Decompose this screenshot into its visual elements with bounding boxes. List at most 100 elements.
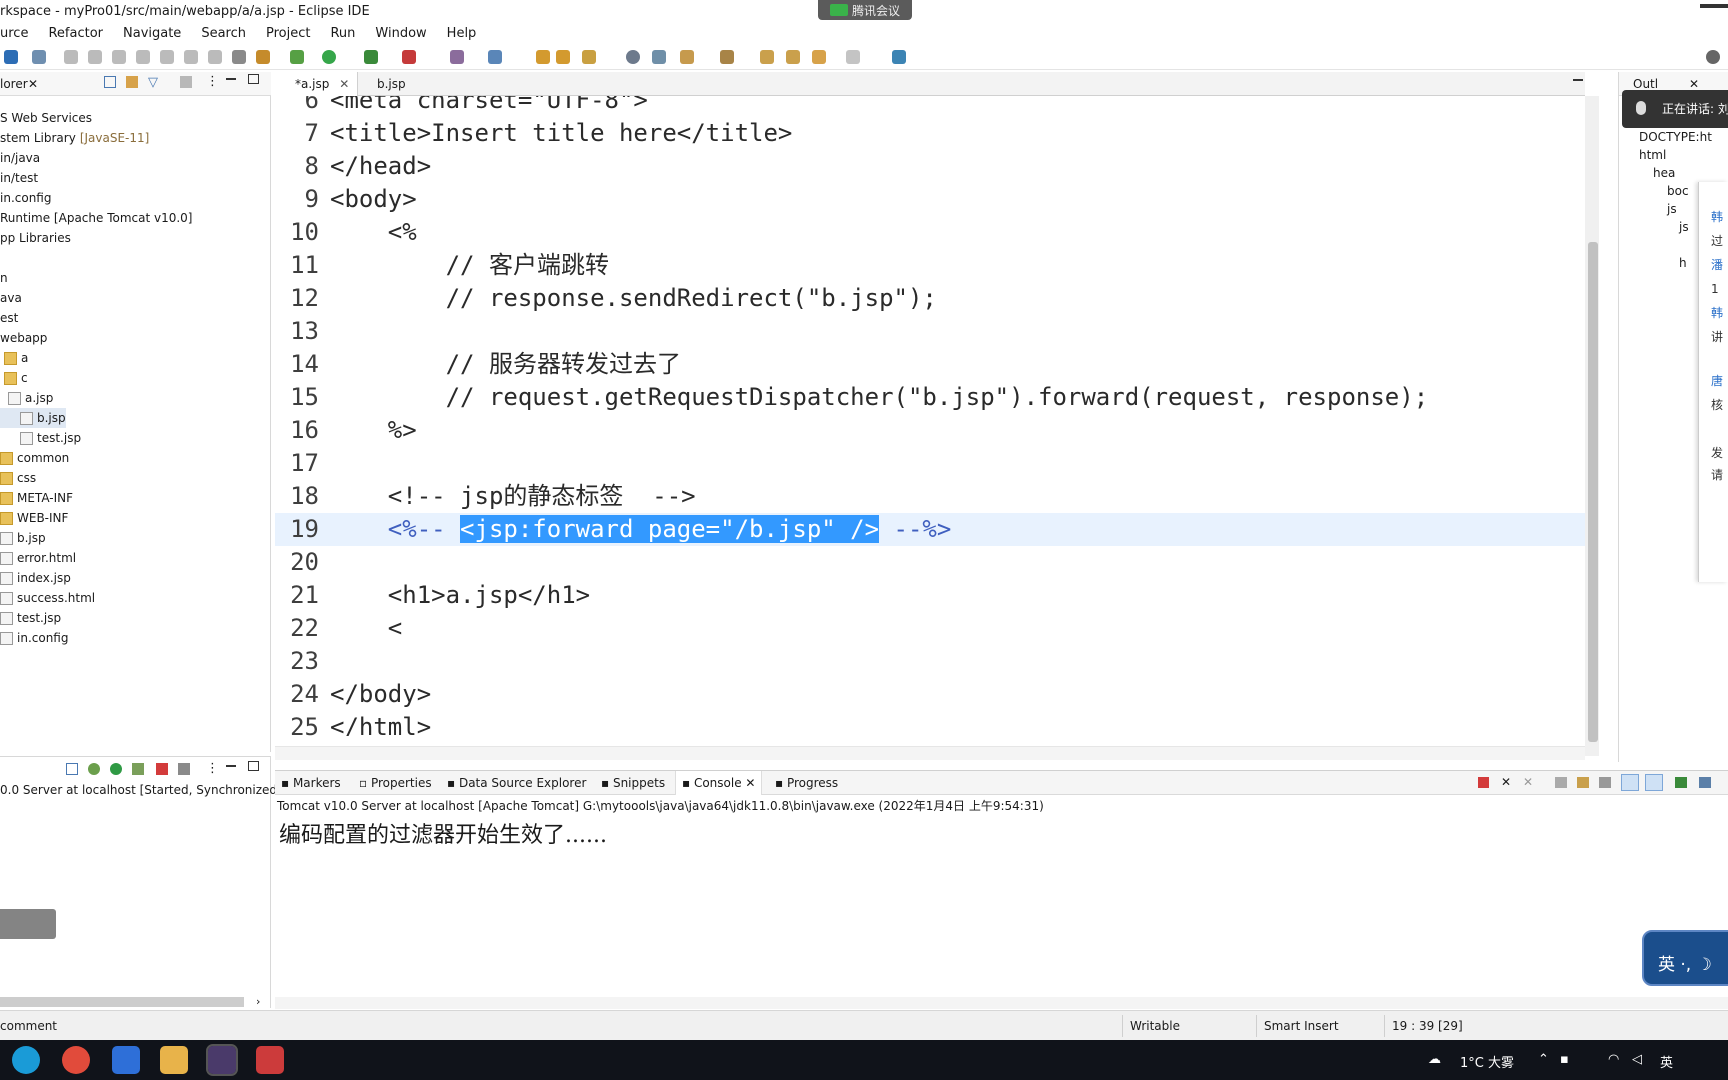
pin-editor-icon[interactable] <box>892 50 906 64</box>
tree-item[interactable]: in/test <box>0 168 38 188</box>
prev-annotation-icon[interactable] <box>720 50 734 64</box>
outline-item[interactable]: html <box>1639 148 1666 162</box>
servers-scrollbar[interactable] <box>0 997 244 1007</box>
ime-toolbar[interactable]: 英 ·, ☽ <box>1642 930 1728 986</box>
menu-help[interactable]: Help <box>447 26 477 41</box>
code-line[interactable]: 22 < <box>275 612 1585 645</box>
tree-item[interactable]: WEB-INF <box>0 508 68 528</box>
tree-item[interactable]: in.config <box>0 628 68 648</box>
new-server-icon[interactable] <box>450 50 464 64</box>
code-line[interactable]: 8 </head> <box>275 150 1585 183</box>
code-line[interactable]: 17 <box>275 447 1585 480</box>
code-line[interactable]: 9 <body> <box>275 183 1585 216</box>
meeting-app-icon[interactable] <box>112 1046 140 1074</box>
tree-item[interactable]: css <box>0 468 36 488</box>
profile-server-icon[interactable] <box>132 763 144 775</box>
resume-icon[interactable] <box>88 50 102 64</box>
tree-item[interactable]: n <box>0 268 8 288</box>
tray-expand-icon[interactable]: ⌃ <box>1538 1052 1549 1067</box>
tab-progress[interactable]: ▪ Progress <box>775 776 838 790</box>
tree-item[interactable]: pp Libraries <box>0 228 71 248</box>
terminate-icon[interactable] <box>1478 777 1489 788</box>
menu-refactor[interactable]: Refactor <box>48 26 103 41</box>
servers-menu-icon[interactable]: ⋮ <box>206 761 219 776</box>
filter-icon[interactable]: ▽ <box>148 75 158 90</box>
wifi-icon[interactable]: ◠ <box>1608 1052 1619 1067</box>
editor-vscroll-thumb[interactable] <box>1588 242 1598 742</box>
start-server-icon[interactable] <box>110 763 122 775</box>
back-icon[interactable] <box>812 50 826 64</box>
outline-tab-label[interactable]: Outl <box>1633 77 1658 91</box>
meeting-tray-icon[interactable]: ▪ <box>1560 1052 1569 1067</box>
step-return-icon[interactable] <box>208 50 222 64</box>
menu-project[interactable]: Project <box>266 26 310 41</box>
code-line[interactable]: 21 <h1>a.jsp</h1> <box>275 579 1585 612</box>
menu-window[interactable]: Window <box>375 26 426 41</box>
collapse-icon[interactable] <box>66 763 78 775</box>
menu-run[interactable]: Run <box>330 26 355 41</box>
selected-text[interactable]: <jsp:forward page="/b.jsp" /> <box>460 515 880 543</box>
external-tools-icon[interactable] <box>402 50 416 64</box>
code-line[interactable]: 18 <!-- jsp的静态标签 --> <box>275 480 1585 513</box>
console-toggle-icon[interactable] <box>232 50 246 64</box>
tree-item[interactable]: error.html <box>0 548 76 568</box>
close-icon[interactable]: ✕ <box>339 77 349 91</box>
publish-icon[interactable] <box>178 763 190 775</box>
tree-item[interactable]: S Web Services <box>0 108 92 128</box>
coverage-icon[interactable] <box>256 50 270 64</box>
tab-snippets[interactable]: ▪ Snippets <box>601 776 665 790</box>
tree-item[interactable]: in/java <box>0 148 40 168</box>
maximize-servers-icon[interactable] <box>248 761 259 771</box>
forward-edit-icon[interactable] <box>786 50 800 64</box>
tab-markers[interactable]: ▪ Markers <box>281 776 341 790</box>
collapse-all-icon[interactable] <box>104 76 116 88</box>
close-icon[interactable]: ✕ <box>745 776 755 790</box>
eclipse-icon[interactable] <box>206 1044 238 1076</box>
suspend-icon[interactable] <box>112 50 126 64</box>
search-tool-icon[interactable] <box>582 50 596 64</box>
view-menu-icon[interactable]: ⋮ <box>206 74 219 89</box>
remove-launch-icon[interactable]: ✕ <box>1501 775 1511 789</box>
new-class-icon[interactable] <box>488 50 502 64</box>
tab-console[interactable]: ▪ Console ✕ <box>675 771 763 795</box>
code-line[interactable]: 16 %> <box>275 414 1585 447</box>
tree-item[interactable]: common <box>0 448 69 468</box>
outline-item[interactable]: hea <box>1653 166 1675 180</box>
console-hscroll[interactable] <box>275 997 1728 1009</box>
tree-item[interactable]: ava <box>0 288 22 308</box>
menu-navigate[interactable]: Navigate <box>123 26 181 41</box>
last-edit-icon[interactable] <box>760 50 774 64</box>
show-stdout-icon[interactable] <box>1621 774 1639 791</box>
server-row[interactable]: 0.0 Server at localhost [Started, Synchr… <box>0 783 282 797</box>
code-area[interactable]: 6 <meta charset="UTF-8"> 7 <title>Insert ti… <box>275 96 1585 736</box>
weather-label[interactable]: 1°C 大雾 <box>1460 1052 1514 1071</box>
weather-icon[interactable]: ☁ <box>1428 1052 1441 1067</box>
code-line[interactable]: 12 // response.sendRedirect("b.jsp"); <box>275 282 1585 315</box>
tree-item[interactable]: success.html <box>0 588 95 608</box>
open-task-icon[interactable] <box>556 50 570 64</box>
tree-item[interactable]: b.jsp <box>0 408 66 428</box>
tab-b-jsp[interactable]: b.jsp <box>357 72 414 96</box>
step-into-icon[interactable] <box>160 50 174 64</box>
code-line[interactable]: 19 <%-- <jsp:forward page="/b.jsp" /> --… <box>275 513 1585 546</box>
tree-item[interactable]: test.jsp <box>0 608 61 628</box>
console-output[interactable]: 编码配置的过滤器开始生效了...... <box>279 817 607 849</box>
tree-item[interactable]: a <box>0 348 28 368</box>
debug-server-icon[interactable] <box>88 763 100 775</box>
editor-hscroll[interactable] <box>275 746 1585 760</box>
code-line[interactable]: 15 // request.getRequestDispatcher("b.js… <box>275 381 1585 414</box>
clear-console-icon[interactable] <box>1555 777 1567 788</box>
tree-item[interactable]: test.jsp <box>0 428 81 448</box>
tree-item[interactable]: b.jsp <box>0 528 46 548</box>
outline-item[interactable]: DOCTYPE:ht <box>1639 130 1712 144</box>
recorder-icon[interactable] <box>256 1046 284 1074</box>
minimize-view-icon[interactable] <box>226 78 236 80</box>
skip-breakpoints-icon[interactable] <box>64 50 78 64</box>
code-line[interactable]: 13 <box>275 315 1585 348</box>
code-line[interactable]: 11 // 客户端跳转 <box>275 249 1585 282</box>
code-line[interactable]: 20 <box>275 546 1585 579</box>
outline-item[interactable]: js <box>1667 202 1677 216</box>
tree-item[interactable]: c <box>0 368 28 388</box>
forward-icon[interactable] <box>846 50 860 64</box>
code-line[interactable]: 6 <meta charset="UTF-8"> <box>275 96 1585 117</box>
